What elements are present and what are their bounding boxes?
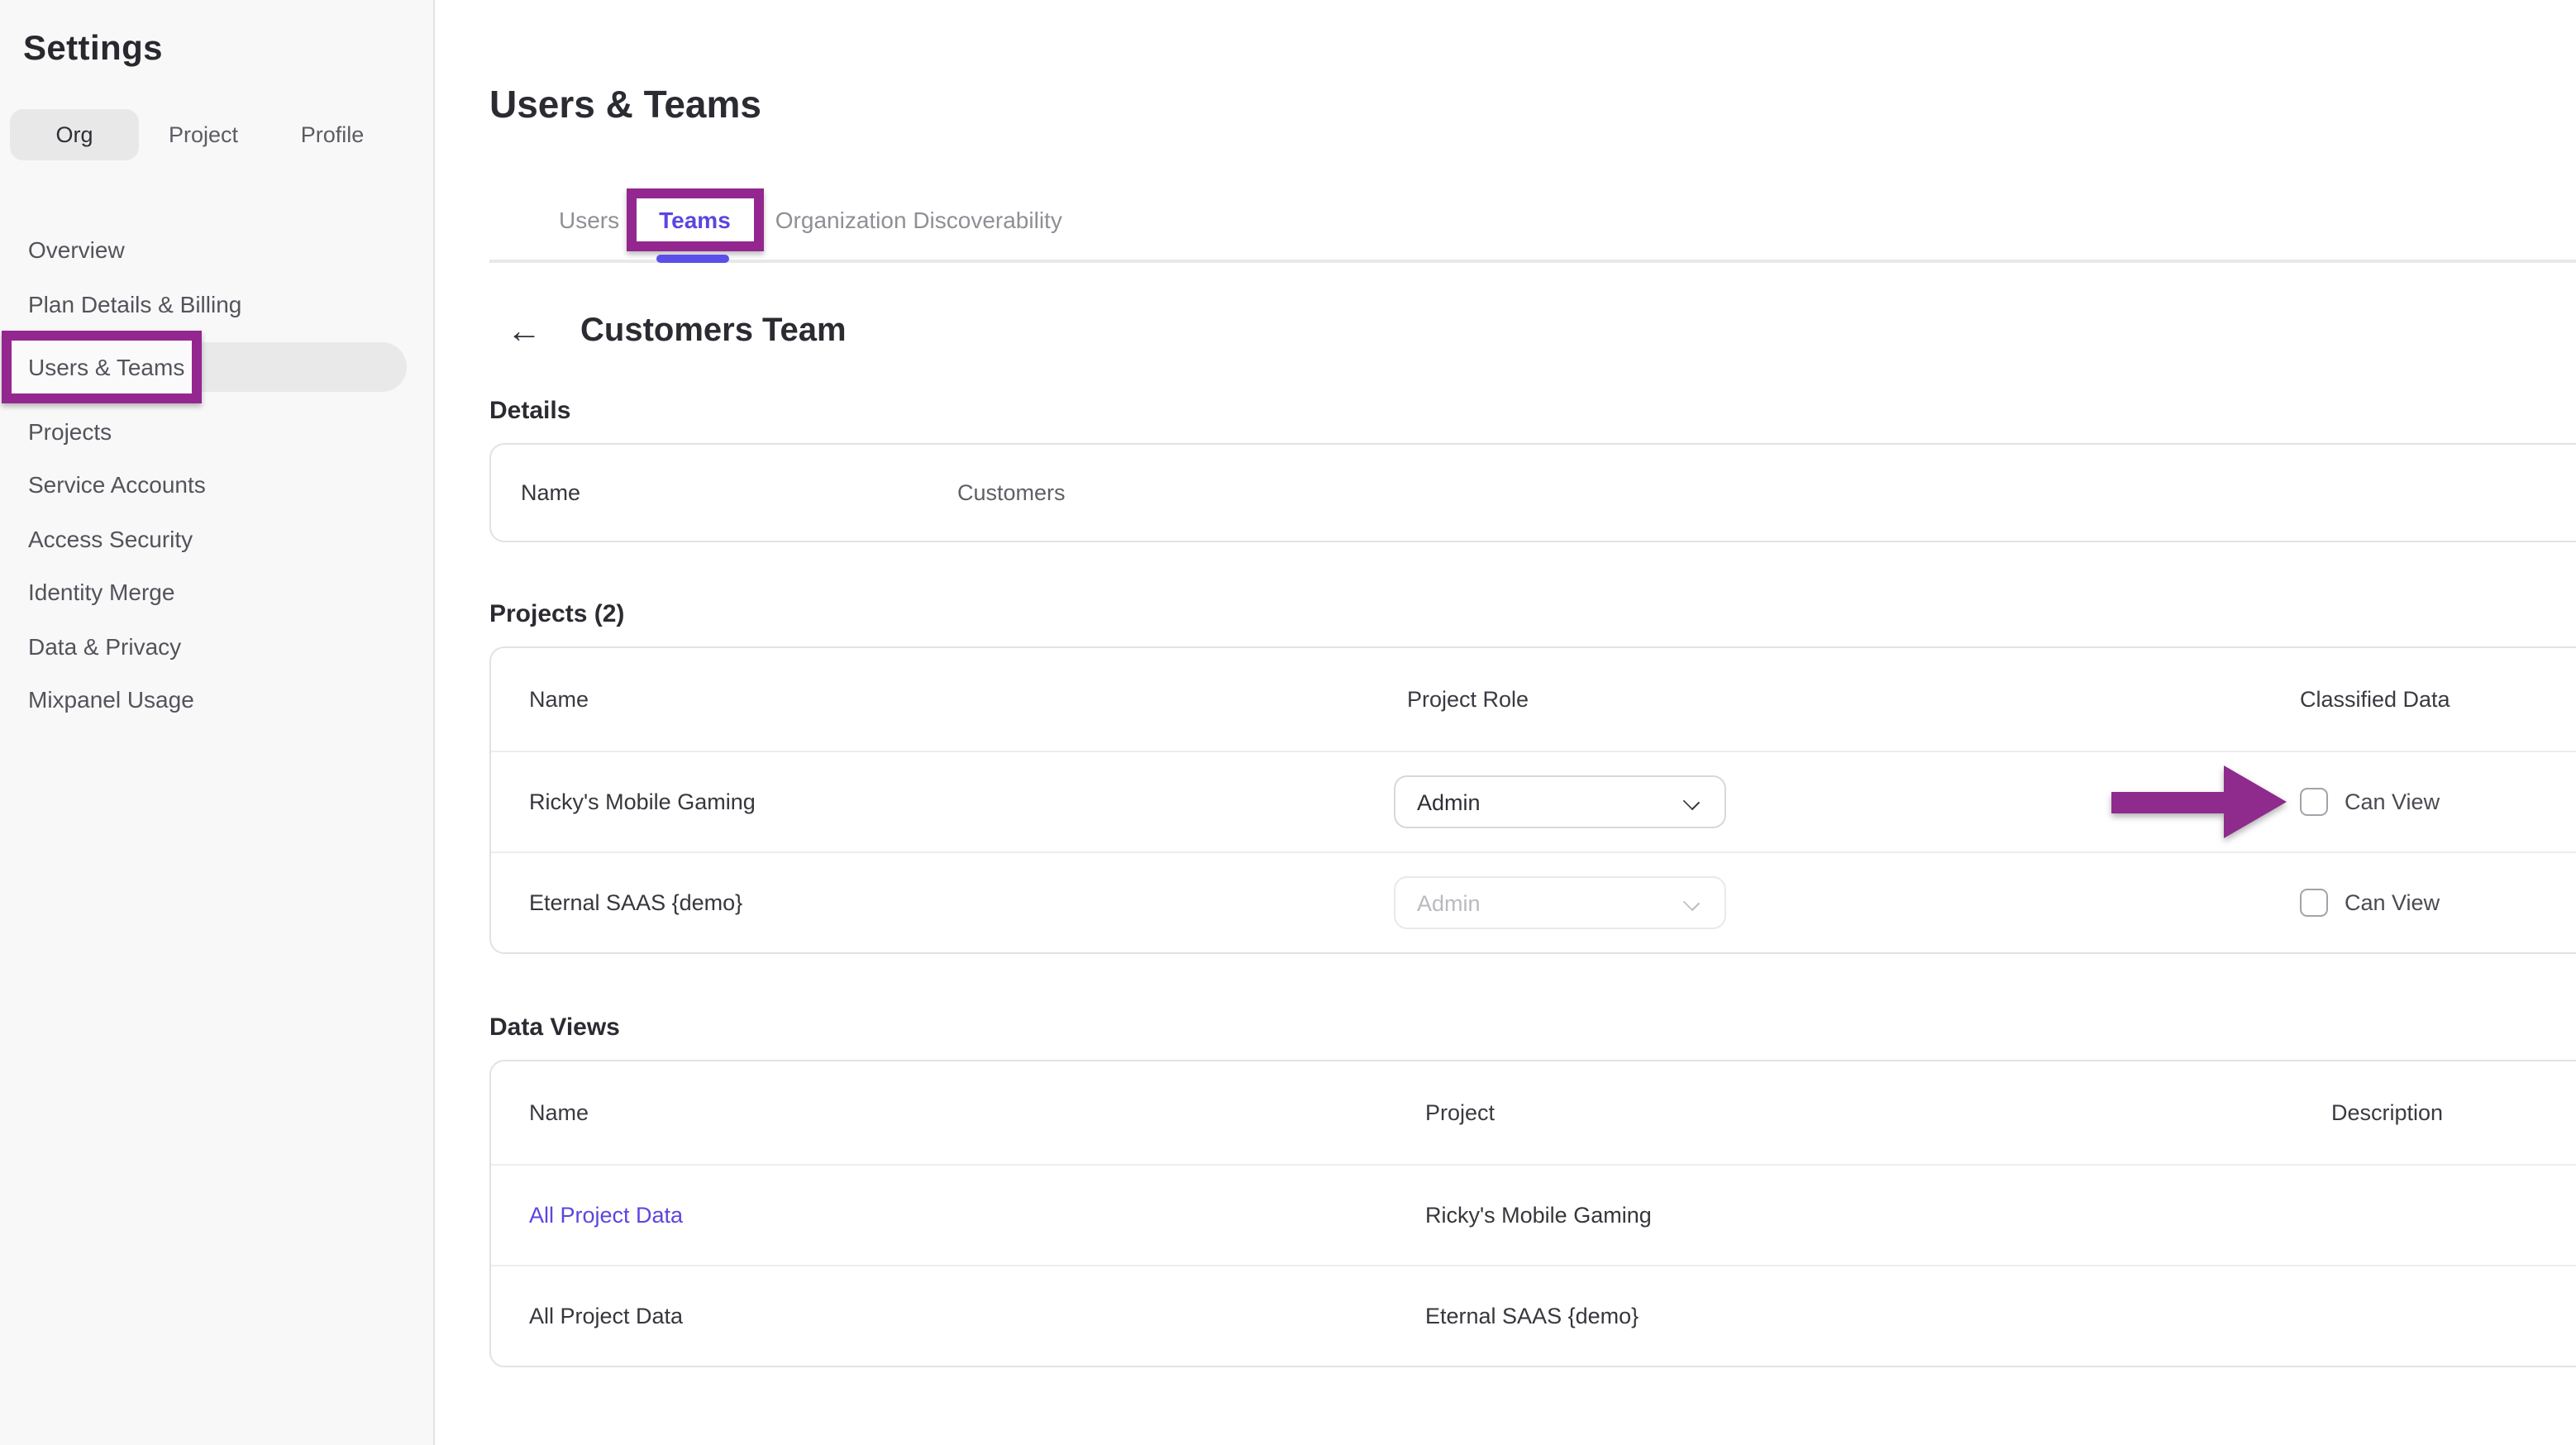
chevron-down-icon [1683,794,1700,810]
data-view-row: All Project Data Ricky's Mobile Gaming [491,1164,2576,1265]
details-name-label: Name [521,480,580,505]
scope-tab-org[interactable]: Org [10,109,139,160]
can-view-checkbox[interactable] [2300,788,2328,816]
details-name-value: Customers [957,480,1066,505]
scope-tab-project[interactable]: Project [139,109,268,160]
data-views-section-title: Data Views [489,1013,2576,1042]
sidebar-nav: Overview Plan Details & Billing Users & … [0,223,433,726]
project-name: Eternal SAAS {demo} [529,890,742,915]
scope-tab-profile[interactable]: Profile [268,109,397,160]
project-role-value: Admin [1417,890,1481,915]
data-view-project: Eternal SAAS {demo} [1425,1304,1639,1328]
column-header-classified-data: Classified Data [2300,687,2450,712]
sidebar-item-identity-merge[interactable]: Identity Merge [0,565,433,618]
tab-bar-divider [489,260,2576,262]
annotation-box-users-teams: Users & Teams [2,331,202,403]
data-views-table-header: Name Project Description [491,1061,2576,1164]
column-header-description: Description [2331,1100,2443,1125]
details-section-title: Details [489,397,2576,425]
can-view-label: Can View [2345,890,2440,915]
data-view-name-link[interactable]: All Project Data [529,1203,683,1228]
sidebar-item-projects[interactable]: Projects [0,404,433,457]
projects-table: Name Project Role Classified Data Ricky'… [489,646,2576,954]
details-card: Name Customers [489,443,2576,542]
sidebar-item-access-security[interactable]: Access Security [0,512,433,565]
data-view-row: All Project Data Eternal SAAS {demo} [491,1265,2576,1366]
projects-table-header: Name Project Role Classified Data [491,648,2576,751]
column-header-name: Name [529,687,589,712]
annotation-arrow-icon [2111,765,2287,838]
data-views-table: Name Project Description All Project Dat… [489,1060,2576,1367]
sidebar-item-label: Users & Teams [12,354,184,380]
project-name: Ricky's Mobile Gaming [529,789,756,814]
data-view-project: Ricky's Mobile Gaming [1425,1203,1652,1228]
sidebar-item-overview[interactable]: Overview [0,223,433,276]
sidebar-item-mixpanel-usage[interactable]: Mixpanel Usage [0,673,433,726]
tab-teams[interactable]: Teams [659,207,731,233]
back-arrow-icon[interactable]: ← [504,311,544,351]
column-header-project: Project [1425,1100,1495,1125]
sidebar-item-plan-details-billing[interactable]: Plan Details & Billing [0,277,433,330]
project-role-value: Admin [1417,789,1481,814]
project-row-eternal-saas-demo: Eternal SAAS {demo} Admin Can View [491,851,2576,952]
project-row-rickys-mobile-gaming: Ricky's Mobile Gaming Admin Can View [491,751,2576,851]
active-tab-indicator [656,255,729,263]
sidebar-item-service-accounts[interactable]: Service Accounts [0,458,433,511]
team-heading: Customers Team [580,312,847,350]
page-title: Users & Teams [489,83,2576,127]
tab-users[interactable]: Users [559,207,619,233]
details-row: Name Customers [491,445,2576,541]
main-content: Users & Teams Users Teams Organization D… [435,0,2576,1445]
settings-title: Settings [23,30,433,69]
data-view-name: All Project Data [529,1304,683,1328]
app-window: Settings Org Project Profile Overview Pl… [0,0,2576,1445]
can-view-label: Can View [2345,789,2440,814]
scope-switcher: Org Project Profile [10,109,433,160]
project-role-dropdown[interactable]: Admin [1394,775,1726,828]
column-header-name: Name [529,1100,589,1125]
sidebar-item-data-privacy[interactable]: Data & Privacy [0,619,433,672]
tab-organization-discoverability[interactable]: Organization Discoverability [775,207,1062,233]
team-header: ← Customers Team [489,311,2576,351]
settings-sidebar: Settings Org Project Profile Overview Pl… [0,0,435,1445]
annotation-box-teams: Teams [626,188,764,251]
chevron-down-icon [1683,894,1700,911]
column-header-project-role: Project Role [1407,687,1529,712]
projects-section-title: Projects (2) [489,600,2576,628]
can-view-checkbox[interactable] [2300,889,2328,917]
tab-bar: Users Teams Organization Discoverability [489,188,2576,261]
sidebar-item-users-teams[interactable]: Users & Teams [0,331,433,403]
project-role-dropdown-disabled: Admin [1394,876,1726,929]
